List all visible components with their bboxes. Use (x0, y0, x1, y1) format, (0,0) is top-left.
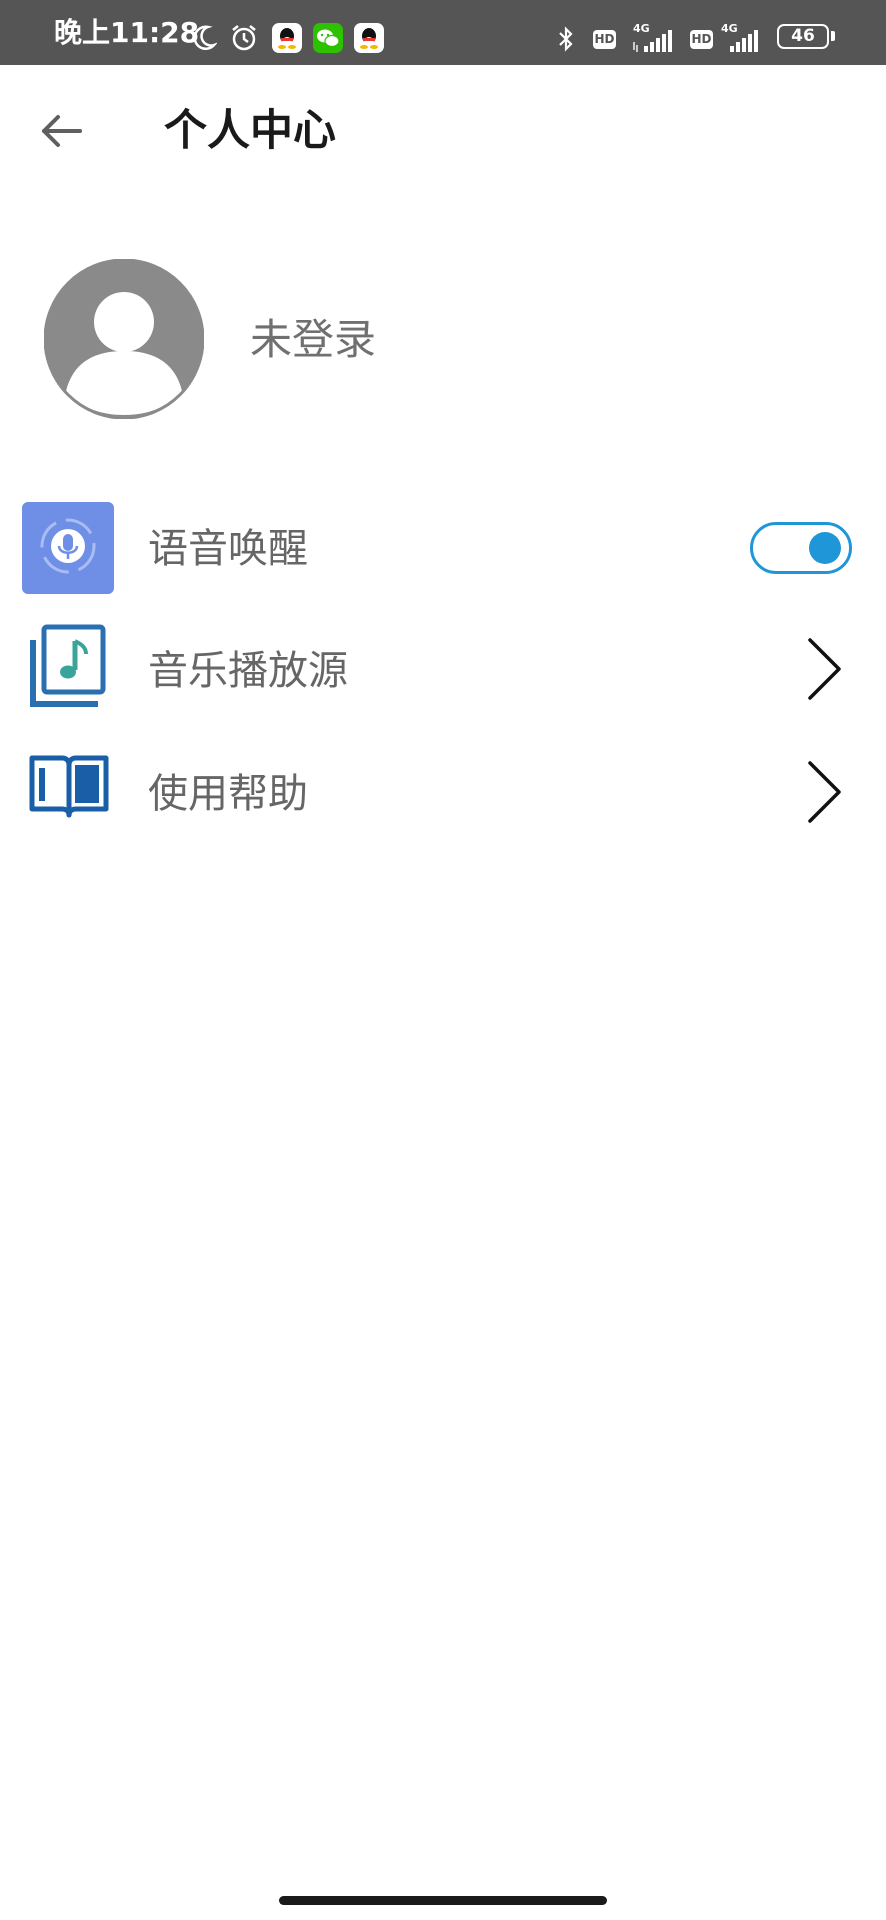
menu-label-help: 使用帮助 (148, 771, 308, 817)
microphone-icon (22, 502, 114, 594)
menu-item-help[interactable]: 使用帮助 (0, 739, 886, 849)
qq-icon (272, 23, 302, 53)
user-avatar-icon[interactable] (44, 259, 204, 419)
status-bar: 晚上11:28 HD 4G HD 4G 46 (0, 0, 886, 65)
hd-badge: HD (690, 30, 713, 49)
arrow-left-icon (42, 115, 82, 147)
book-icon (29, 755, 109, 818)
alarm-icon (232, 25, 256, 51)
battery-icon: 46 (777, 24, 829, 49)
moon-icon (193, 25, 217, 50)
chevron-right-icon[interactable] (805, 757, 845, 827)
menu-label-music-source: 音乐播放源 (148, 648, 348, 694)
signal-icon (633, 30, 672, 52)
toggle-knob (809, 532, 841, 564)
qq-icon (354, 23, 384, 53)
music-library-icon (30, 624, 106, 707)
menu-item-music-source[interactable]: 音乐播放源 (0, 616, 886, 726)
page-title: 个人中心 (164, 106, 336, 156)
status-time: 晚上11:28 (54, 16, 200, 49)
voice-wakeup-toggle[interactable] (750, 522, 852, 574)
chevron-right-icon[interactable] (805, 634, 845, 704)
hd-badge: HD (593, 30, 616, 49)
login-status[interactable]: 未登录 (250, 314, 376, 366)
menu-label-voice-wakeup: 语音唤醒 (148, 526, 308, 572)
personal-center-screen: 晚上11:28 HD 4G HD 4G 46 个人中心 未登录 语音唤醒 音乐播… (0, 0, 886, 1920)
bluetooth-icon (559, 26, 573, 52)
menu-item-voice-wakeup[interactable]: 语音唤醒 (0, 494, 886, 604)
battery-tip (831, 31, 835, 41)
signal-icon (730, 30, 758, 52)
home-indicator[interactable] (279, 1896, 607, 1905)
wechat-icon (313, 23, 343, 53)
back-button[interactable] (36, 104, 90, 158)
